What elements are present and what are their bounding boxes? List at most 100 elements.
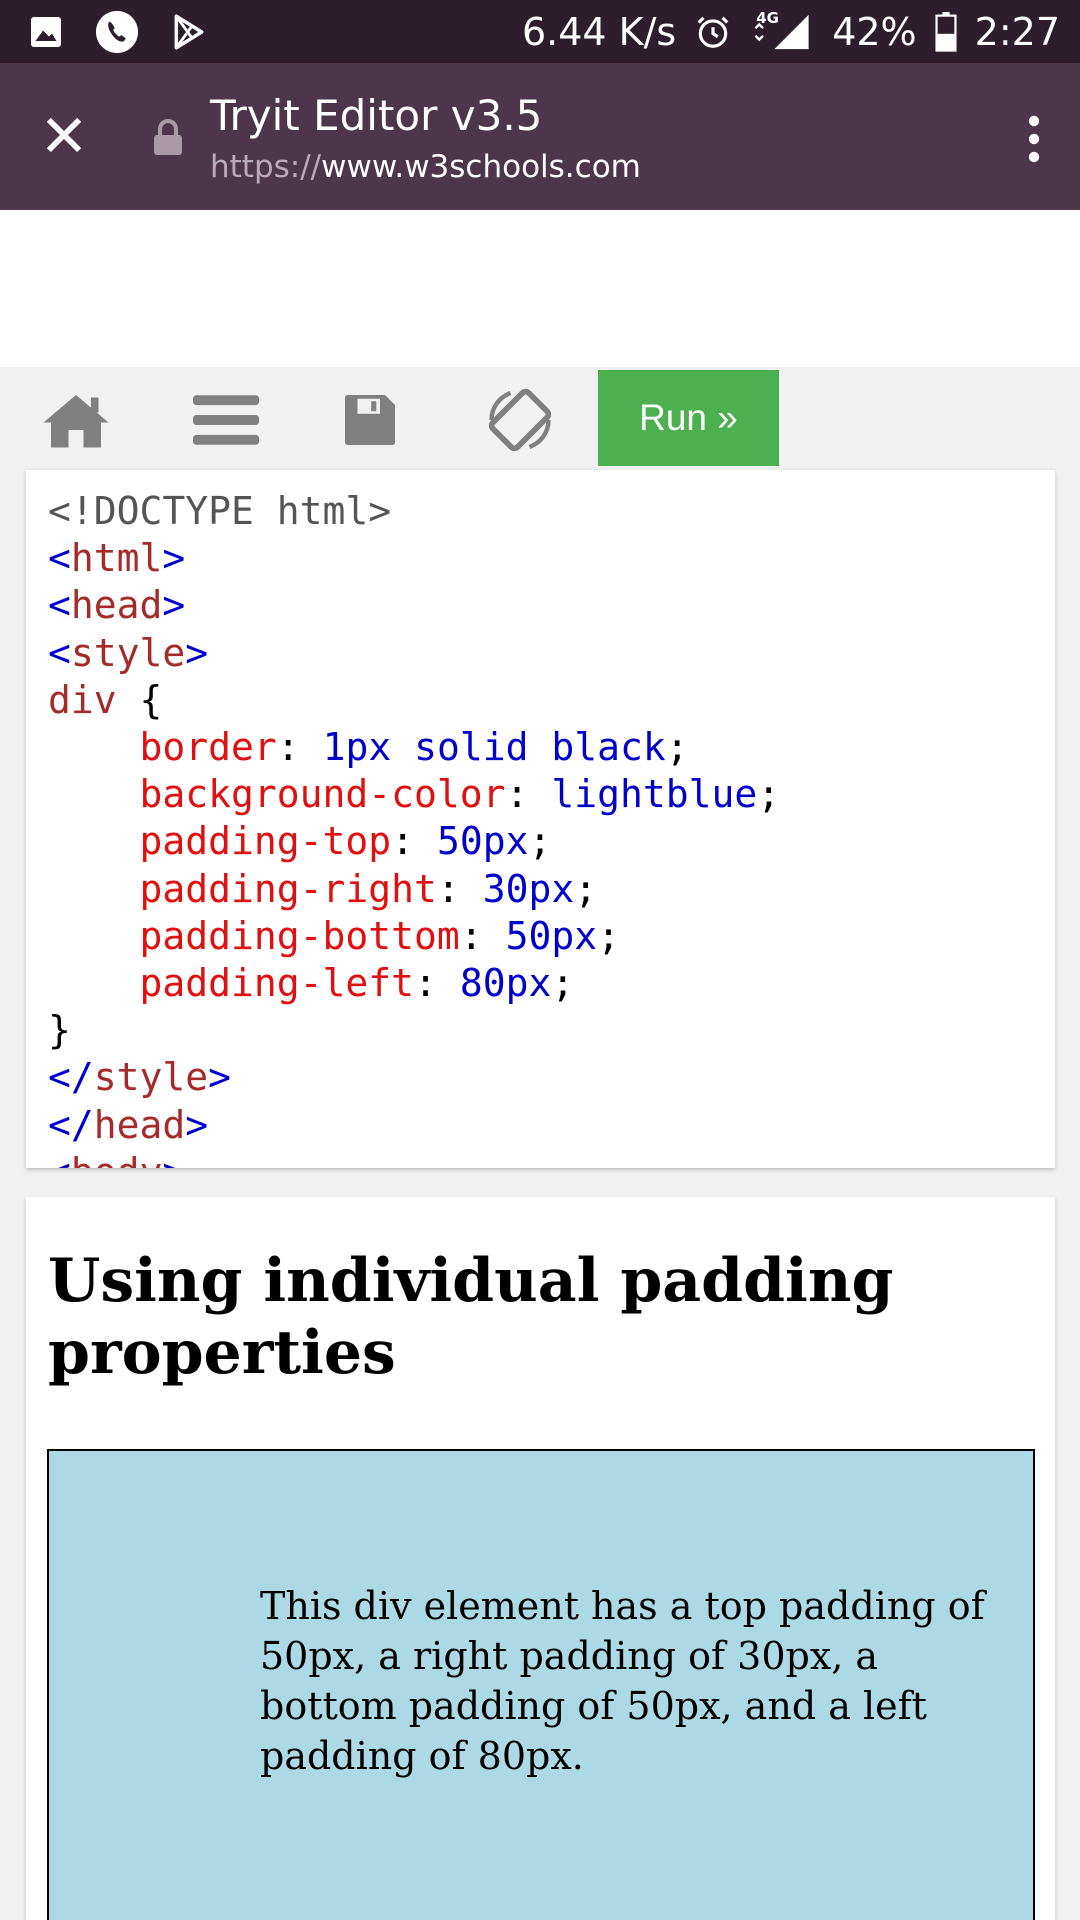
code-line: <body>: [48, 1149, 780, 1168]
code-token: lightblue: [551, 772, 758, 817]
signal-icon: 4G: [750, 9, 814, 51]
code-token: </: [48, 1102, 94, 1147]
clock: 2:27: [974, 9, 1060, 54]
close-icon[interactable]: [38, 109, 90, 161]
code-line: background-color: lightblue;: [48, 771, 781, 818]
code-token: padding-top: [139, 819, 392, 864]
run-button[interactable]: Run »: [598, 370, 779, 466]
network-type: 4G: [756, 8, 779, 27]
code-line: </style>: [48, 1054, 780, 1101]
code-token: ;: [574, 866, 598, 911]
code-token: ;: [551, 961, 575, 1006]
code-token: :: [391, 819, 437, 864]
code-token: <: [48, 583, 71, 628]
status-bar: 6.44 K/s 4G 42% 2:27: [0, 0, 1080, 63]
code-line: }: [48, 1007, 780, 1054]
save-icon[interactable]: [338, 385, 402, 455]
lock-icon: [152, 117, 184, 157]
code-token: padding-bottom: [139, 913, 460, 958]
menu-icon[interactable]: [192, 385, 260, 455]
code-line: <html>: [48, 535, 780, 582]
status-indicators: 6.44 K/s 4G 42% 2:27: [522, 0, 1060, 63]
code-token: ;: [757, 772, 781, 817]
code-line: <!DOCTYPE html>: [48, 488, 780, 535]
code-token: div: [48, 677, 117, 722]
code-token: :: [276, 725, 323, 770]
code-token: body: [71, 1150, 163, 1168]
code-token: >: [185, 630, 209, 675]
code-token: <: [48, 1150, 71, 1168]
code-token: </: [48, 1055, 94, 1100]
code-token: 30px: [482, 866, 575, 911]
gallery-icon: [28, 14, 64, 50]
rotate-orientation-icon[interactable]: [482, 385, 558, 455]
battery-icon: [935, 11, 957, 52]
editor-toolbar: Run »: [0, 367, 1080, 469]
code-line: <head>: [48, 582, 780, 629]
code-token: 1px solid black: [322, 725, 666, 770]
code-token: >: [162, 1150, 185, 1168]
code-token: ;: [665, 725, 689, 770]
code-line: div {: [48, 677, 780, 724]
phone-call-icon: [94, 9, 140, 55]
code-token: >: [162, 536, 186, 581]
code-token: style: [93, 1055, 209, 1100]
code-line: padding-right: 30px;: [48, 866, 780, 913]
network-speed: 6.44 K/s: [521, 9, 677, 54]
code-token: }: [48, 1008, 71, 1053]
code-text[interactable]: <!DOCTYPE html> <html> <head> <style> div { …: [48, 488, 780, 1168]
page-title: Tryit Editor v3.5: [210, 91, 543, 140]
result-heading: Using individual padding properties: [48, 1246, 894, 1388]
code-token: padding-right: [139, 866, 437, 911]
code-line: padding-bottom: 50px;: [48, 913, 780, 960]
browser-toolbar: Tryit Editor v3.5 https://www.w3schools.…: [0, 63, 1080, 210]
code-token: :: [436, 866, 483, 911]
padded-div: This div element has a top padding of 50…: [47, 1449, 1035, 1920]
code-token: 50px: [436, 819, 529, 864]
code-editor[interactable]: <!DOCTYPE html> <html> <head> <style> div { …: [26, 470, 1055, 1168]
padded-div-text: This div element has a top padding of 50…: [260, 1584, 985, 1778]
code-token: padding-left: [139, 961, 415, 1006]
code-token: 80px: [459, 961, 552, 1006]
code-line: padding-top: 50px;: [48, 818, 780, 865]
alarm-icon: [694, 13, 732, 51]
code-token: background-color: [139, 772, 506, 817]
more-options-icon[interactable]: [1014, 113, 1054, 165]
code-token: ;: [597, 913, 620, 958]
code-token: <: [48, 536, 71, 581]
code-token: style: [70, 630, 186, 675]
code-token: >: [185, 1102, 209, 1147]
code-token: <!DOCTYPE html>: [48, 489, 392, 533]
code-token: :: [414, 961, 460, 1006]
url-host: www.w3schools.com: [321, 149, 641, 185]
code-token: <: [48, 630, 71, 675]
code-line: border: 1px solid black;: [48, 724, 780, 771]
code-token: 50px: [505, 913, 598, 958]
code-token: >: [162, 583, 186, 628]
code-token: html: [70, 536, 163, 581]
result-panel: Using individual padding properties This…: [26, 1197, 1055, 1920]
url-scheme: https://: [210, 149, 322, 185]
code-line: <style>: [48, 630, 780, 677]
code-token: head: [70, 583, 163, 628]
code-token: :: [459, 913, 506, 958]
code-line: padding-left: 80px;: [48, 960, 780, 1007]
notification-icons: [28, 0, 208, 63]
code-token: >: [208, 1055, 232, 1100]
code-line: </head>: [48, 1102, 780, 1149]
battery-percent: 42%: [832, 9, 917, 54]
home-icon[interactable]: [40, 385, 112, 455]
code-token: :: [505, 772, 552, 817]
code-token: ;: [528, 819, 552, 864]
page-url[interactable]: https://www.w3schools.com: [210, 149, 641, 185]
play-store-icon: [170, 13, 208, 51]
code-token: border: [139, 725, 277, 770]
ad-space: [0, 210, 1080, 367]
code-token: {: [116, 677, 163, 722]
